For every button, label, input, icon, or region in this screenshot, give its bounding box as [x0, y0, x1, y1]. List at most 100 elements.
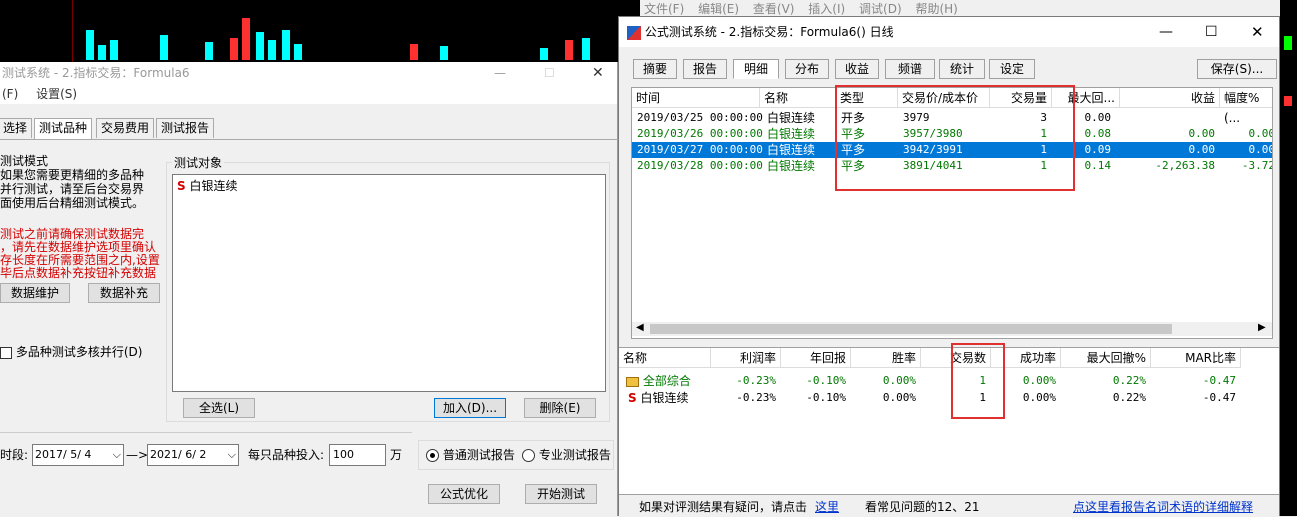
right-tabbar: 摘要 报告 明细 分布 收益 频谱 统计 设定 保存(S)...	[619, 59, 1279, 81]
multicore-label: 多品种测试多核并行(D)	[15, 345, 143, 359]
delete-button[interactable]: 删除(E)	[524, 398, 596, 418]
tab-settings[interactable]: 设定	[989, 59, 1035, 79]
add-button[interactable]: 加入(D)...	[434, 398, 506, 418]
minimize-icon[interactable]: —	[494, 62, 506, 84]
cell-profit-rate: -0.23%	[736, 374, 776, 387]
cell-max-drawdown-pct: 0.22%	[1112, 374, 1146, 387]
data-maintain-button[interactable]: 数据维护	[0, 283, 70, 303]
tab-profit[interactable]: 收益	[835, 59, 879, 79]
cell-profit	[1120, 110, 1218, 126]
tab-test-instrument[interactable]: 测试品种	[34, 118, 93, 139]
tab-report[interactable]: 报告	[683, 59, 727, 79]
close-icon[interactable]: ✕	[592, 62, 604, 84]
start-test-button[interactable]: 开始测试	[525, 484, 597, 504]
col-max-drawdown-pct[interactable]: 最大回撤%	[1061, 348, 1151, 368]
cell-max-drawdown-pct: 0.22%	[1112, 391, 1146, 404]
tab-select[interactable]: 选择	[0, 118, 33, 138]
instrument-s-icon: S	[628, 391, 637, 405]
tab-test-report[interactable]: 测试报告	[156, 118, 215, 138]
scroll-thumb[interactable]	[650, 324, 1172, 334]
radio-pro-label: 专业测试报告	[538, 448, 611, 462]
invest-unit: 万	[390, 448, 403, 462]
folder-icon	[626, 376, 639, 387]
footer-help-link[interactable]: 这里	[815, 497, 839, 517]
candle	[230, 38, 238, 60]
tab-statistics[interactable]: 统计	[939, 59, 985, 79]
summary-row[interactable]: 全部综合 -0.23% -0.10% 0.00% 1 0.00% 0.22% -…	[619, 373, 1279, 389]
select-all-button[interactable]: 全选(L)	[183, 398, 255, 418]
test-system-window: 测试系统 - 2.指标交易：Formula6 — ☐ ✕ (F) 设置(S) 选…	[0, 62, 618, 516]
footer-text: 如果对评测结果有疑问，请点击	[639, 500, 808, 514]
tab-trade-cost[interactable]: 交易费用	[96, 118, 155, 138]
tab-detail[interactable]: 明细	[733, 59, 779, 79]
col-profit-rate[interactable]: 利润率	[711, 348, 781, 368]
maximize-icon[interactable]: ☐	[1205, 17, 1218, 47]
formula-optimize-button[interactable]: 公式优化	[428, 484, 500, 504]
scroll-left-icon[interactable]: ◀	[636, 322, 644, 333]
background-chart-right	[1280, 0, 1297, 516]
chevron-down-icon[interactable]: ⌵	[113, 445, 121, 465]
candle	[282, 30, 290, 60]
col-profit[interactable]: 收益	[1120, 88, 1220, 108]
bg-menu-file: 文件(F)	[644, 2, 685, 16]
candle	[205, 42, 213, 60]
col-mar-ratio[interactable]: MAR比率	[1151, 348, 1241, 368]
period-label: 时段:	[0, 448, 29, 462]
warning-line: 毕后点数据补充按钮补充数据	[0, 266, 157, 280]
tab-summary[interactable]: 摘要	[633, 59, 677, 79]
target-item[interactable]: S 白银连续	[173, 175, 605, 196]
detail-horizontal-scrollbar[interactable]: ◀ ▶	[632, 322, 1272, 336]
col-time[interactable]: 时间	[632, 88, 760, 108]
summary-name: 全部综合	[642, 374, 691, 388]
cell-profit-rate: -0.23%	[736, 391, 776, 404]
candle	[1284, 96, 1292, 106]
summary-table: 名称 利润率 年回报 胜率 交易数 成功率 最大回撤% MAR比率 全部综合 -…	[619, 347, 1279, 495]
candle	[582, 38, 590, 60]
range-arrow: —>	[126, 448, 149, 462]
summary-row[interactable]: S 白银连续 -0.23% -0.10% 0.00% 1 0.00% 0.22%…	[619, 390, 1279, 406]
save-button[interactable]: 保存(S)...	[1197, 59, 1277, 79]
menu-file[interactable]: (F)	[2, 87, 18, 101]
multicore-checkbox[interactable]	[0, 346, 12, 359]
candle	[242, 18, 250, 60]
col-name[interactable]: 名称	[760, 88, 836, 108]
cell-pct	[1220, 110, 1272, 126]
radio-selected-icon[interactable]	[426, 449, 439, 462]
tab-distribution[interactable]: 分布	[785, 59, 829, 79]
invest-input[interactable]: 100	[329, 444, 386, 466]
minimize-icon[interactable]: —	[1159, 17, 1173, 47]
left-window-title: 测试系统 - 2.指标交易：Formula6	[2, 66, 190, 80]
right-footer: 如果对评测结果有疑问，请点击 这里 看常见问题的12、21 点这里看报告名词术语…	[619, 497, 1279, 517]
cell-time: 2019/03/28 00:00:00	[637, 159, 763, 172]
footer-glossary-link[interactable]: 点这里看报告名词术语的详细解释	[1073, 497, 1253, 517]
data-supplement-button[interactable]: 数据补充	[88, 283, 160, 303]
multicore-option[interactable]: 多品种测试多核并行(D)	[0, 344, 142, 360]
divider	[0, 432, 412, 433]
right-titlebar: 公式测试系统 - 2.指标交易：Formula6() 日线 — ☐ ✕	[619, 17, 1279, 47]
radio-unselected-icon[interactable]	[522, 449, 535, 462]
invest-label: 每只品种投入:	[248, 448, 325, 462]
col-annual-return[interactable]: 年回报	[781, 348, 851, 368]
col-pct[interactable]: 幅度%(...	[1220, 88, 1272, 125]
candle	[98, 45, 106, 60]
tab-spectrum[interactable]: 频谱	[885, 59, 935, 79]
date-to-picker[interactable]: 2021/ 6/ 2 ⌵	[147, 444, 239, 466]
chart-divider	[72, 0, 73, 64]
candle	[440, 46, 448, 60]
col-win-rate[interactable]: 胜率	[851, 348, 921, 368]
maximize-icon[interactable]: ☐	[544, 62, 555, 84]
radio-normal-report[interactable]: 普通测试报告	[426, 446, 515, 464]
mode-text-line: 面使用后台精细测试模式。	[0, 196, 145, 210]
menu-settings[interactable]: 设置(S)	[36, 87, 77, 101]
warning-text: 测试之前请确保测试数据完 ，请先在数据维护选项里确认 存长度在所需要范围之内,设…	[0, 228, 162, 280]
scroll-right-icon[interactable]: ▶	[1258, 322, 1266, 333]
cell-pct: -3.72	[1241, 159, 1273, 172]
cell-name: S 白银连续	[625, 390, 692, 406]
target-list[interactable]: S 白银连续	[172, 174, 606, 392]
close-icon[interactable]: ✕	[1251, 17, 1264, 47]
col-name[interactable]: 名称	[619, 348, 711, 368]
radio-pro-report[interactable]: 专业测试报告	[522, 446, 611, 464]
chevron-down-icon[interactable]: ⌵	[228, 445, 236, 465]
cell-time: 2019/03/27 00:00:00	[637, 143, 763, 156]
date-from-picker[interactable]: 2017/ 5/ 4 ⌵	[32, 444, 124, 466]
